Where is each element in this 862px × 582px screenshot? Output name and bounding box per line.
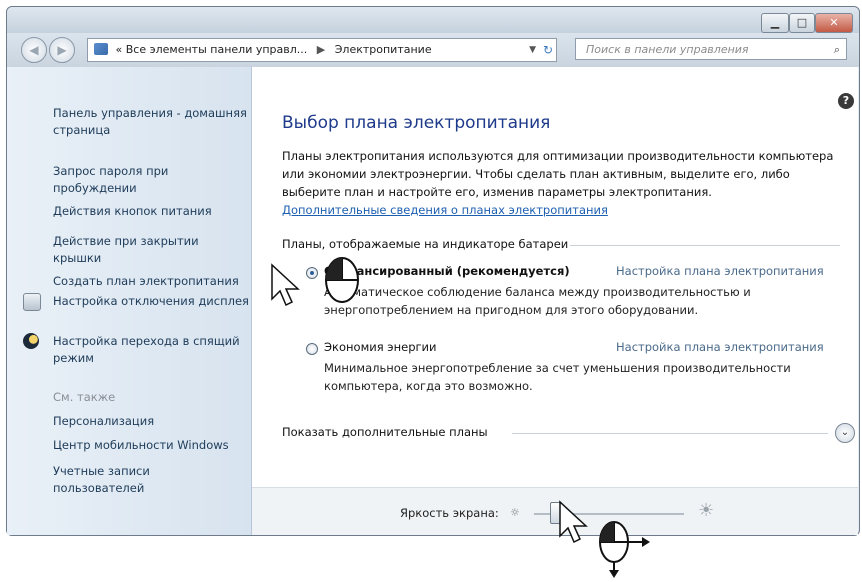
show-more-divider: [512, 433, 828, 434]
search-input[interactable]: Поиск в панели управления ⌕: [575, 38, 847, 60]
forward-arrow-icon[interactable]: ▶: [49, 37, 75, 63]
sidebar-item-lid-close[interactable]: Действие при закрытии крышки: [53, 233, 249, 267]
page-title: Выбор плана электропитания: [282, 113, 551, 133]
plan-desc-power-saver: Минимальное энергопотребление за счет ум…: [324, 361, 791, 393]
sidebar-item-power-buttons[interactable]: Действия кнопок питания: [53, 203, 249, 220]
sidebar-item-create-plan[interactable]: Создать план электропитания: [53, 273, 249, 290]
plan-settings-link-balanced[interactable]: Настройка плана электропитания: [616, 264, 824, 278]
search-icon[interactable]: ⌕: [834, 39, 840, 61]
refresh-icon[interactable]: ↻: [543, 39, 553, 61]
chevron-down-icon[interactable]: ⌄: [835, 423, 855, 443]
sidebar-item-wake-password[interactable]: Запрос пароля при пробуждении: [53, 163, 249, 197]
brightness-low-icon: ☼: [510, 506, 520, 519]
drag-mouse-icon: [599, 521, 650, 578]
plans-group-label: Планы, отображаемые на индикаторе батаре…: [282, 237, 569, 251]
brightness-bar: Яркость экрана: ☼ ☀: [252, 487, 858, 535]
breadcrumb-all-items[interactable]: Все элементы панели управл...: [126, 43, 308, 56]
search-placeholder: Поиск в панели управления: [586, 43, 749, 56]
breadcrumb-power-options[interactable]: Электропитание: [335, 43, 432, 56]
moon-icon: [23, 333, 39, 349]
maximize-button[interactable]: □: [789, 13, 815, 33]
mouse-pointer-icon: [271, 263, 300, 307]
address-prefix: «: [115, 43, 123, 56]
sidebar-item-mobility-center[interactable]: Центр мобильности Windows: [53, 437, 249, 454]
brightness-high-icon: ☀: [698, 500, 715, 521]
control-panel-icon: [94, 43, 108, 55]
description-text: Планы электропитания используются для оп…: [282, 149, 834, 199]
help-icon[interactable]: ?: [838, 93, 854, 109]
display-icon: [23, 293, 41, 311]
plan-name-power-saver[interactable]: Экономия энергии: [324, 340, 436, 354]
control-panel-window: ▁ □ ✕ ◀ ▶ « Все элементы панели управл..…: [6, 6, 860, 536]
sidebar-item-display-off[interactable]: Настройка отключения дисплея: [53, 293, 249, 310]
minimize-button[interactable]: ▁: [761, 13, 789, 33]
title-bar: ▁ □ ✕: [7, 7, 859, 33]
radio-power-saver[interactable]: [306, 343, 318, 355]
sidebar-item-personalization[interactable]: Персонализация: [53, 413, 249, 430]
close-button[interactable]: ✕: [815, 13, 853, 33]
sidebar-item-sleep[interactable]: Настройка перехода в спящий режим: [53, 333, 249, 367]
dropdown-arrow-icon[interactable]: ▼: [529, 39, 536, 61]
breadcrumb-separator-icon: ▶: [316, 43, 326, 56]
brightness-label: Яркость экрана:: [400, 506, 499, 520]
show-more-plans-label[interactable]: Показать дополнительные планы: [282, 425, 488, 439]
navigation-bar: ◀ ▶ « Все элементы панели управл... ▶ Эл…: [7, 33, 859, 67]
plan-desc-balanced: Автоматическое соблюдение баланса между …: [324, 285, 751, 317]
sidebar: Панель управления - домашняя страница За…: [7, 67, 252, 535]
more-info-link[interactable]: Дополнительные сведения о планах электро…: [282, 203, 608, 217]
back-arrow-icon[interactable]: ◀: [21, 37, 47, 63]
left-click-mouse-icon: [325, 257, 359, 303]
sidebar-item-home[interactable]: Панель управления - домашняя страница: [53, 105, 249, 139]
address-bar[interactable]: « Все элементы панели управл... ▶ Электр…: [87, 38, 557, 62]
sidebar-item-user-accounts[interactable]: Учетные записи пользователей: [53, 463, 173, 497]
see-also-heading: См. также: [53, 390, 116, 404]
plan-settings-link-power-saver[interactable]: Настройка плана электропитания: [616, 340, 824, 354]
page-description: Планы электропитания используются для оп…: [282, 147, 842, 219]
group-divider: [570, 245, 840, 246]
